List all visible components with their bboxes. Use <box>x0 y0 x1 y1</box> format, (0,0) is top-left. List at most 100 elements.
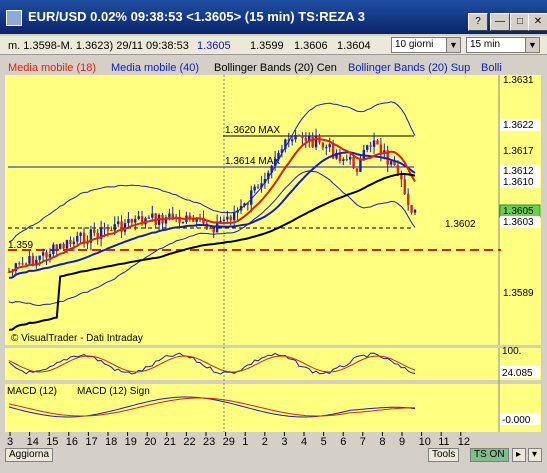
candle-body <box>294 135 297 140</box>
candle-body <box>222 219 226 221</box>
candle-body <box>134 219 137 223</box>
chevron-down-icon[interactable]: ▼ <box>525 38 539 52</box>
candle-body <box>24 263 28 265</box>
x-tick-label: 19 <box>125 436 137 448</box>
candle-body <box>113 224 116 231</box>
maximize-button[interactable]: □ <box>510 13 530 31</box>
candle-body <box>212 228 215 233</box>
watermark: © VisualTrader - Dati Intraday <box>11 333 143 344</box>
quote-range: m. 1.3598-M. 1.3623) 29/11 09:38:53 <box>8 40 189 52</box>
x-tick-label: 8 <box>379 436 385 448</box>
trading-chart-window: EUR/USD 0.02% 09:38:53 <1.3605> (15 min)… <box>0 0 547 473</box>
osc-axis-top: 100. <box>502 346 521 357</box>
price-chart[interactable]: 1.3620 MAX 1.3614 MAX 1.3602 1.359 © Vis… <box>5 57 546 451</box>
price-tick-label: 1.3605 <box>503 206 534 217</box>
candle-body <box>396 165 400 174</box>
x-tick-label: 14 <box>27 436 39 448</box>
quote-high: 1.3606 <box>294 40 328 52</box>
candle-body <box>21 263 24 265</box>
max-label-1: 1.3620 MAX <box>225 125 280 136</box>
candle-body <box>352 156 355 169</box>
scroll-button[interactable]: ▾ <box>528 448 542 462</box>
candle-body <box>372 140 376 147</box>
candle-body <box>58 243 62 249</box>
candle-body <box>28 256 31 264</box>
x-tick-label: 6 <box>340 436 346 448</box>
candle-body <box>45 252 48 258</box>
title-bar[interactable]: EUR/USD 0.02% 09:38:53 <1.3605> (15 min)… <box>0 0 547 34</box>
x-tick-label: 17 <box>85 436 97 448</box>
candle-body <box>127 219 130 224</box>
x-tick-label: 29 <box>223 436 235 448</box>
candle-body <box>314 135 318 148</box>
candle-body <box>321 142 325 148</box>
candle-body <box>38 255 41 260</box>
candle-body <box>355 168 359 172</box>
candle-body <box>18 263 21 265</box>
candle-body <box>410 205 413 213</box>
candle-body <box>342 159 345 161</box>
candle-body <box>123 223 127 232</box>
level-label: 1.3602 <box>445 219 476 230</box>
x-tick-label: 9 <box>399 436 405 448</box>
candle-body <box>304 138 308 141</box>
ts-on-button[interactable]: TS ON <box>470 448 509 462</box>
x-tick-label: 12 <box>458 436 470 448</box>
candle-body <box>116 221 120 225</box>
price-tick-label: 1.3610 <box>503 177 534 188</box>
refresh-button[interactable]: Aggiorna <box>5 448 54 462</box>
candle-body <box>413 210 417 213</box>
candle-body <box>41 252 45 256</box>
candle-body <box>229 216 232 221</box>
help-button[interactable]: ? <box>468 13 488 31</box>
x-tick-label: 10 <box>419 436 431 448</box>
candle-body <box>219 220 222 222</box>
candle-body <box>253 186 256 191</box>
footer-bar: Aggiorna Tools TS ON ▸ ▾ <box>0 448 547 473</box>
chevron-down-icon[interactable]: ▼ <box>446 38 460 52</box>
tools-button[interactable]: Tools <box>428 448 460 462</box>
candle-body <box>379 144 383 154</box>
price-tick-label: 1.3589 <box>503 288 534 299</box>
macd-label: MACD (12) <box>7 386 57 397</box>
x-tick-label: 15 <box>46 436 58 448</box>
expand-button[interactable]: ▸ <box>512 448 526 462</box>
x-axis: 3 14 15 16 17 18 19 20 21 22 23 29 1 2 3 4 5 6 7 8 9 10 11 12 <box>7 432 470 448</box>
x-tick-label: 18 <box>105 436 117 448</box>
window-title: EUR/USD 0.02% 09:38:53 <1.3605> (15 min)… <box>28 9 365 24</box>
period-select[interactable]: 10 giorni ▼ <box>391 37 461 53</box>
interval-select[interactable]: 15 min ▼ <box>466 37 540 53</box>
candle-body <box>209 228 212 230</box>
candle-body <box>328 144 331 148</box>
candle-body <box>256 186 260 188</box>
candle-body <box>55 244 58 249</box>
x-tick-label: 5 <box>321 436 327 448</box>
candle-body <box>376 140 379 145</box>
candle-body <box>406 193 410 206</box>
candle-body <box>72 241 76 245</box>
candle-body <box>93 229 96 233</box>
candle-body <box>345 159 348 161</box>
price-tick-label: 1.3612 <box>503 166 534 177</box>
x-tick-label: 21 <box>164 436 176 448</box>
candle-body <box>389 161 393 165</box>
osc-value: 24.085 <box>502 368 533 379</box>
candle-body <box>311 135 314 148</box>
candle-body <box>79 232 82 236</box>
candle-body <box>297 135 301 137</box>
quote-low: 1.3604 <box>337 40 371 52</box>
price-tick-label: 1.3622 <box>503 120 534 131</box>
left-level-label: 1.359 <box>8 240 33 251</box>
period-select-value: 10 giorni <box>395 39 434 50</box>
price-tick-label: 1.3603 <box>503 217 534 228</box>
candle-body <box>181 221 185 223</box>
candle-body <box>359 159 362 172</box>
candle-body <box>403 179 406 194</box>
x-tick-label: 7 <box>360 436 366 448</box>
app-icon <box>6 10 22 26</box>
close-button[interactable]: ✕ <box>528 13 547 31</box>
minimize-button[interactable]: — <box>490 13 510 31</box>
x-tick-label: 2 <box>262 436 268 448</box>
candle-body <box>348 156 352 160</box>
x-tick-label: 16 <box>66 436 78 448</box>
